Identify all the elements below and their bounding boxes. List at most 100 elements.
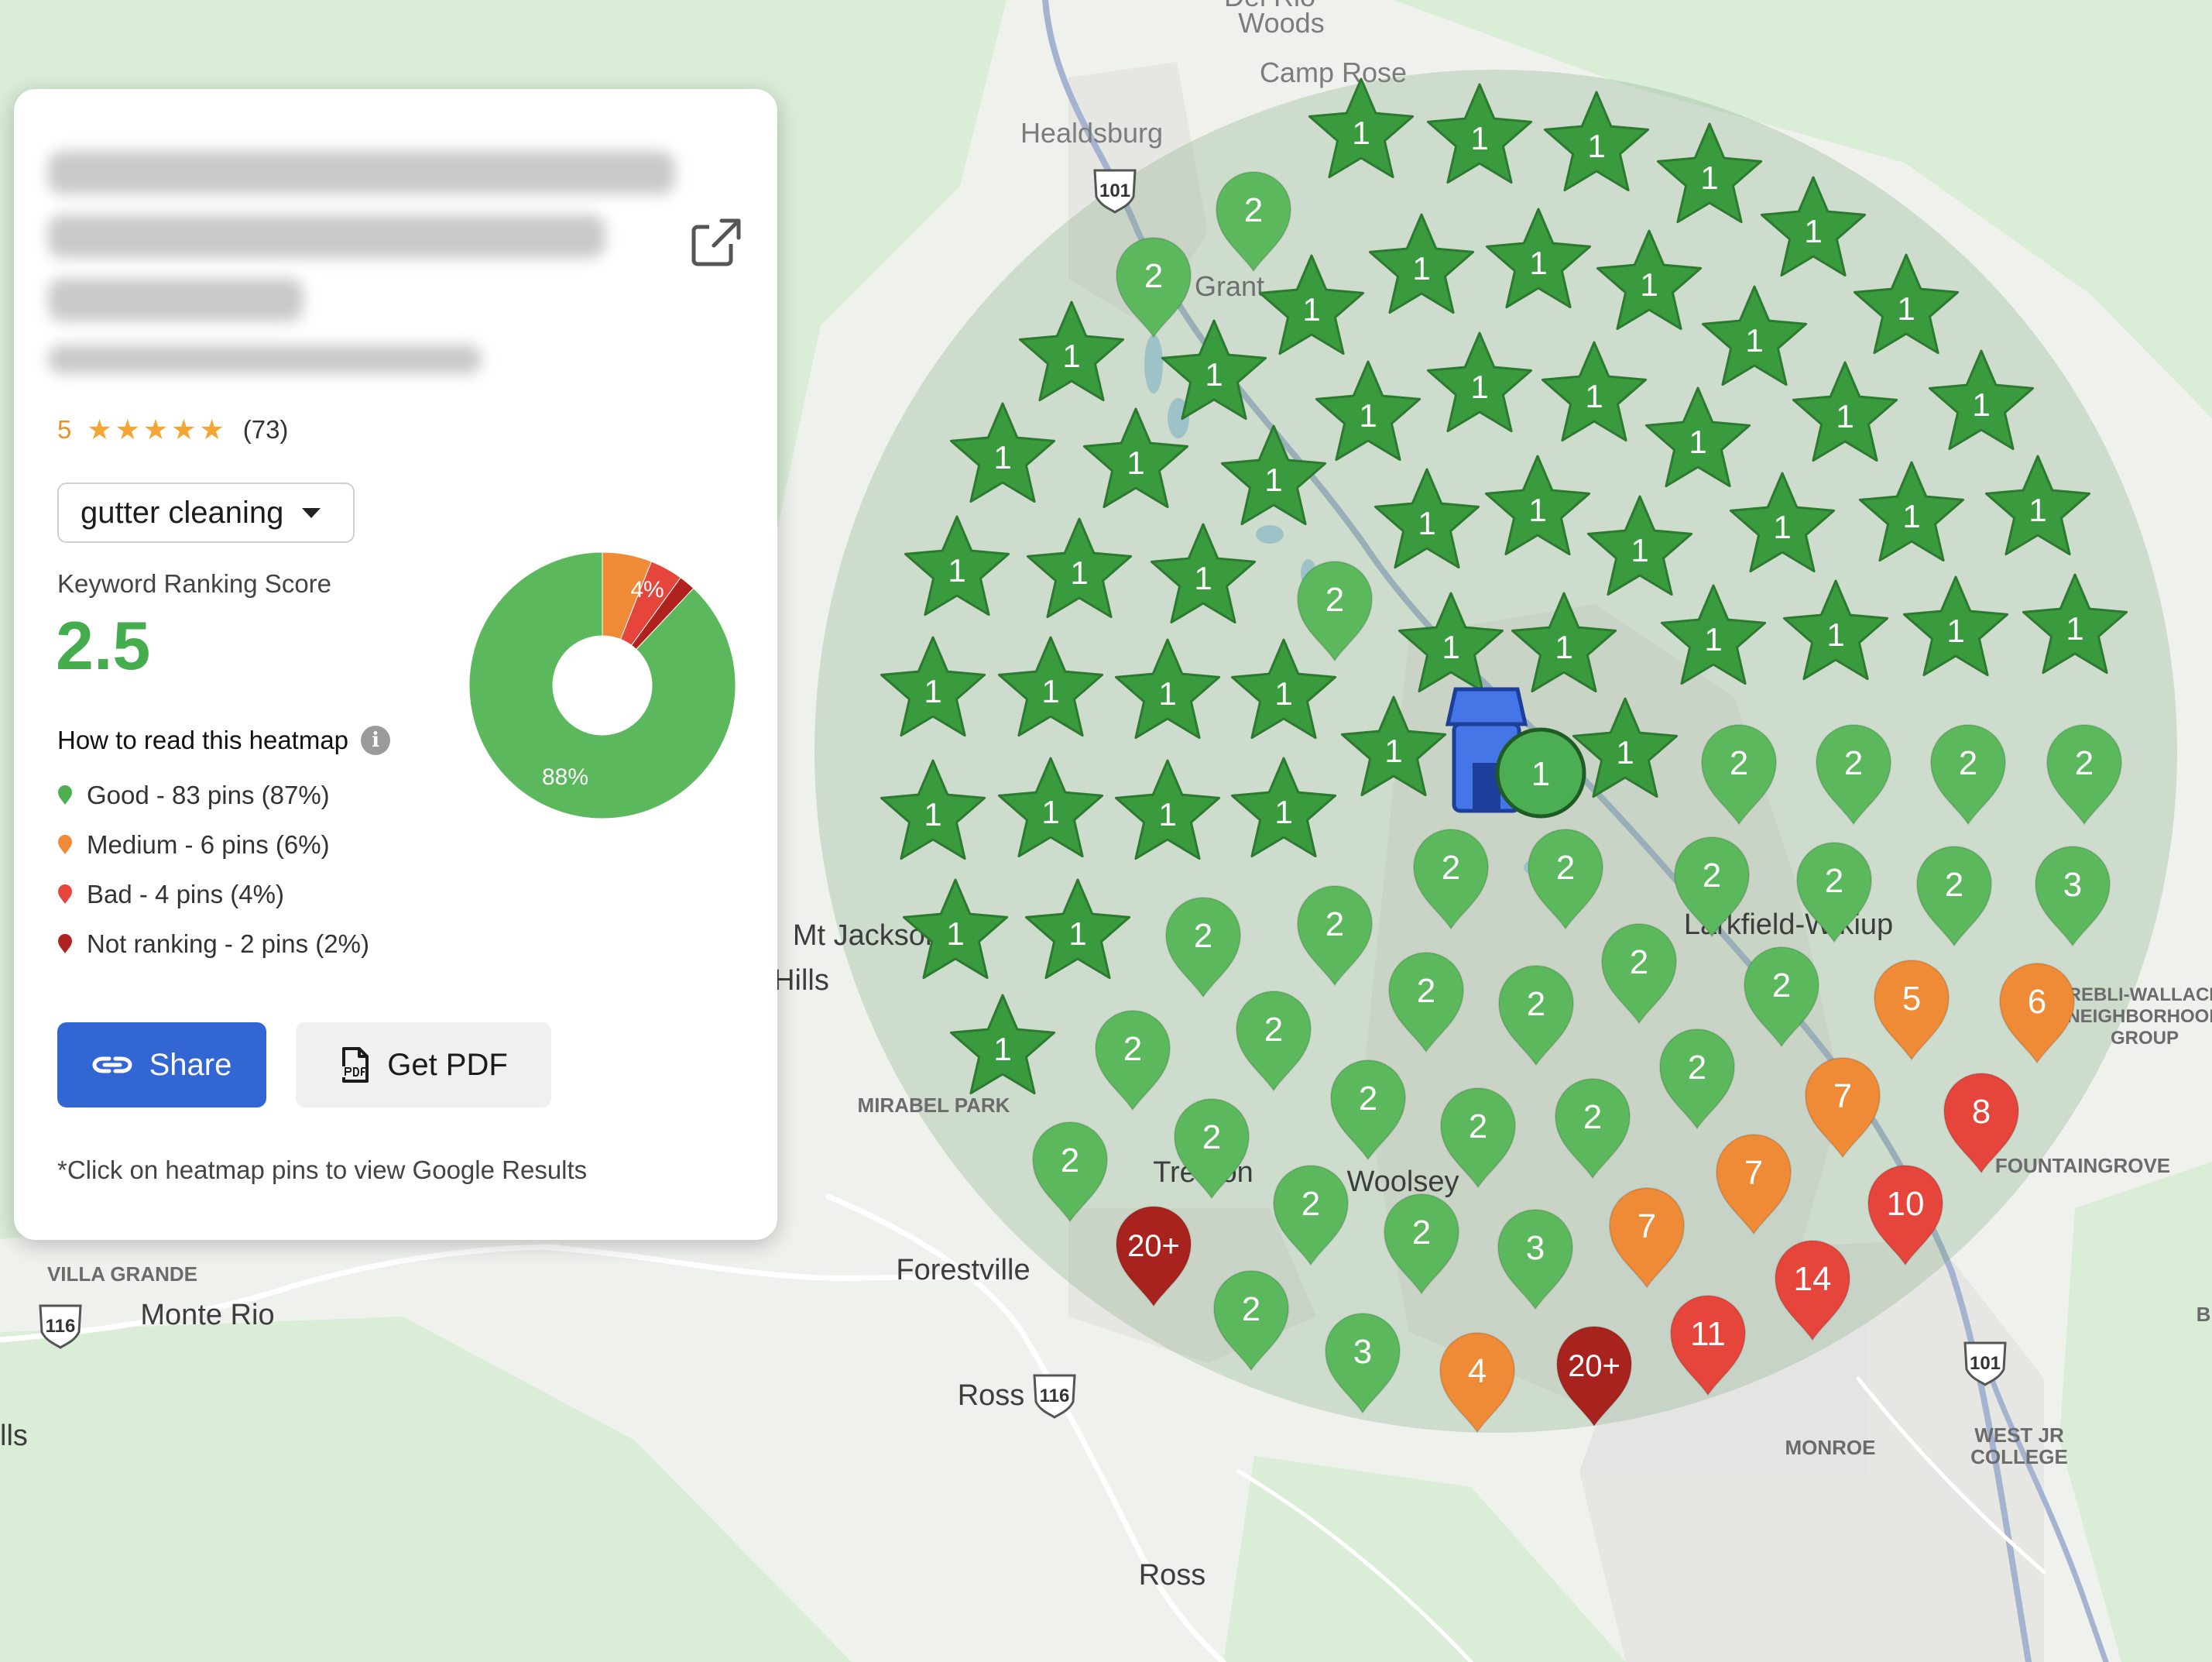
external-link-icon[interactable] [686, 213, 746, 273]
map-place-label: Ross [1139, 1559, 1206, 1592]
pin-rank-label: 7 [1638, 1207, 1656, 1245]
keyword-dropdown[interactable]: gutter cleaning [57, 482, 355, 543]
legend-item: Good - 83 pins (87%) [57, 771, 369, 820]
pin-rank-label: 2 [1301, 1185, 1320, 1223]
pin-rank-label: 5 [1902, 980, 1921, 1018]
pin-rank-label: 2 [1772, 967, 1791, 1004]
pin-rank-label: 1 [1972, 386, 1990, 423]
map-pin-icon [58, 835, 72, 854]
rating-row: 5 ★★★★★ (73) [57, 403, 288, 457]
pin-rank-label: 1 [993, 1031, 1011, 1067]
pin-rank-label: 1 [993, 439, 1011, 476]
pin-rank-label: 2 [1144, 257, 1163, 295]
pin-rank-label: 1 [1470, 369, 1488, 405]
share-button-label: Share [149, 1047, 232, 1082]
pin-rank-label: 11 [1690, 1315, 1726, 1353]
map-place-label: Healdsburg [1020, 117, 1163, 149]
legend-item-label: Good - 83 pins (87%) [87, 781, 330, 809]
pin-rank-label: 2 [1730, 744, 1748, 782]
pin-rank-label: 1 [1158, 675, 1176, 712]
donut-segment [468, 551, 736, 819]
pin-rank-label: 2 [1844, 744, 1863, 782]
pin-rank-label: 14 [1794, 1260, 1832, 1298]
pin-rank-label: 2 [1325, 581, 1344, 619]
legend-item-label: Bad - 4 pins (4%) [87, 880, 284, 908]
pin-rank-label: 1 [1068, 915, 1086, 952]
donut-label-good: 88% [542, 764, 588, 790]
legend-item: Bad - 4 pins (4%) [57, 870, 369, 919]
highway-shield-number: 101 [1099, 180, 1130, 201]
pin-rank-label: 6 [2028, 983, 2046, 1021]
pin-rank-label: 1 [1158, 796, 1176, 833]
pin-rank-label: 1 [1302, 291, 1320, 328]
map-place-label: FOUNTAINGROVE [1995, 1154, 2170, 1177]
business-summary-panel: 5 ★★★★★ (73) gutter cleaning Keyword Ran… [14, 89, 777, 1240]
map-place-label: VILLA GRANDE [47, 1262, 197, 1286]
pin-rank-label: 10 [1887, 1185, 1925, 1223]
pin-rank-label: 2 [1061, 1142, 1079, 1180]
pin-rank-label: 2 [1123, 1030, 1142, 1068]
donut-label-bad: 4% [630, 577, 664, 603]
business-name-redacted-line2 [48, 215, 605, 258]
pin-rank-label: 1 [1274, 675, 1292, 712]
pin-rank-label: 1 [1194, 560, 1212, 596]
map-place-label: GROUP [2111, 1028, 2179, 1049]
legend-title: How to read this heatmap i [57, 726, 391, 755]
pin-rank-label: 1 [1804, 213, 1822, 249]
highway-shield-number: 116 [1040, 1386, 1070, 1406]
rating-stars-icon: ★★★★★ [87, 414, 228, 445]
pin-rank-label: 4 [1468, 1352, 1487, 1390]
score-value: 2.5 [56, 607, 151, 684]
business-address-redacted [48, 345, 482, 374]
pin-rank-label: 20+ [1127, 1229, 1180, 1263]
share-button[interactable]: Share [57, 1022, 266, 1107]
pin-rank-label: 1 [1529, 245, 1547, 281]
map-place-label: NEIGHBORHOOD [2066, 1006, 2212, 1027]
pin-rank-label: 1 [2029, 492, 2046, 528]
pin-rank-label: 1 [1070, 555, 1088, 591]
map-place-label: Camp Rose [1260, 57, 1407, 88]
pin-rank-label: 7 [1744, 1154, 1763, 1192]
map-place-label: Monte Rio [140, 1299, 274, 1331]
pin-rank-label: 1 [1264, 462, 1282, 498]
pin-rank-label: 7 [1833, 1077, 1852, 1115]
map-place-label: Woolsey [1346, 1166, 1459, 1198]
pin-rank-label: 1 [1631, 532, 1648, 568]
map-pin-icon [58, 884, 72, 904]
pin-rank-label: 1 [1041, 673, 1059, 709]
pin-rank-label: 20+ [1568, 1349, 1620, 1383]
pin-rank-label: 2 [1703, 857, 1721, 895]
legend-item: Not ranking - 2 pins (2%) [57, 919, 369, 969]
highway-shield-number: 116 [46, 1316, 76, 1337]
pin-rank-label: 1 [1205, 356, 1223, 393]
pin-rank-label: 1 [948, 552, 965, 589]
map-place-label: REBLI-WALLACE [2068, 984, 2212, 1005]
pin-rank-label: 2 [1412, 1214, 1431, 1252]
rating-value: 5 [57, 415, 72, 444]
info-icon[interactable]: i [361, 726, 391, 755]
pin-rank-label: 1 [924, 673, 941, 709]
pin-rank-label: 3 [1353, 1333, 1372, 1371]
pin-rank-label: 1 [1902, 498, 1920, 534]
pin-rank-label: 2 [1688, 1049, 1706, 1087]
legend-item-label: Not ranking - 2 pins (2%) [87, 929, 369, 958]
pin-rank-label: 2 [1242, 1290, 1260, 1328]
map-place-label: Hills [773, 964, 829, 997]
link-icon [92, 1056, 132, 1073]
pin-rank-label: 2 [1264, 1011, 1283, 1049]
pin-rank-label: 1 [1062, 338, 1080, 374]
pin-rank-label: 1 [1640, 266, 1658, 303]
pin-rank-label: 1 [1897, 290, 1915, 327]
pin-rank-label: 2 [1359, 1080, 1377, 1118]
pin-rank-label: 1 [924, 796, 941, 833]
pin-rank-label: 1 [1041, 794, 1059, 830]
pin-rank-label: 1 [1352, 115, 1370, 151]
pin-rank-label: 3 [2063, 866, 2082, 904]
legend-list: Good - 83 pins (87%) Medium - 6 pins (6%)… [57, 771, 369, 969]
get-pdf-button[interactable]: Get PDF [296, 1022, 551, 1107]
pin-rank-label: 2 [1469, 1107, 1487, 1145]
pin-rank-label: 1 [1587, 128, 1605, 164]
map-place-label: MONROE [1785, 1436, 1876, 1459]
map-pin-icon [58, 934, 72, 953]
score-label: Keyword Ranking Score [57, 569, 332, 598]
